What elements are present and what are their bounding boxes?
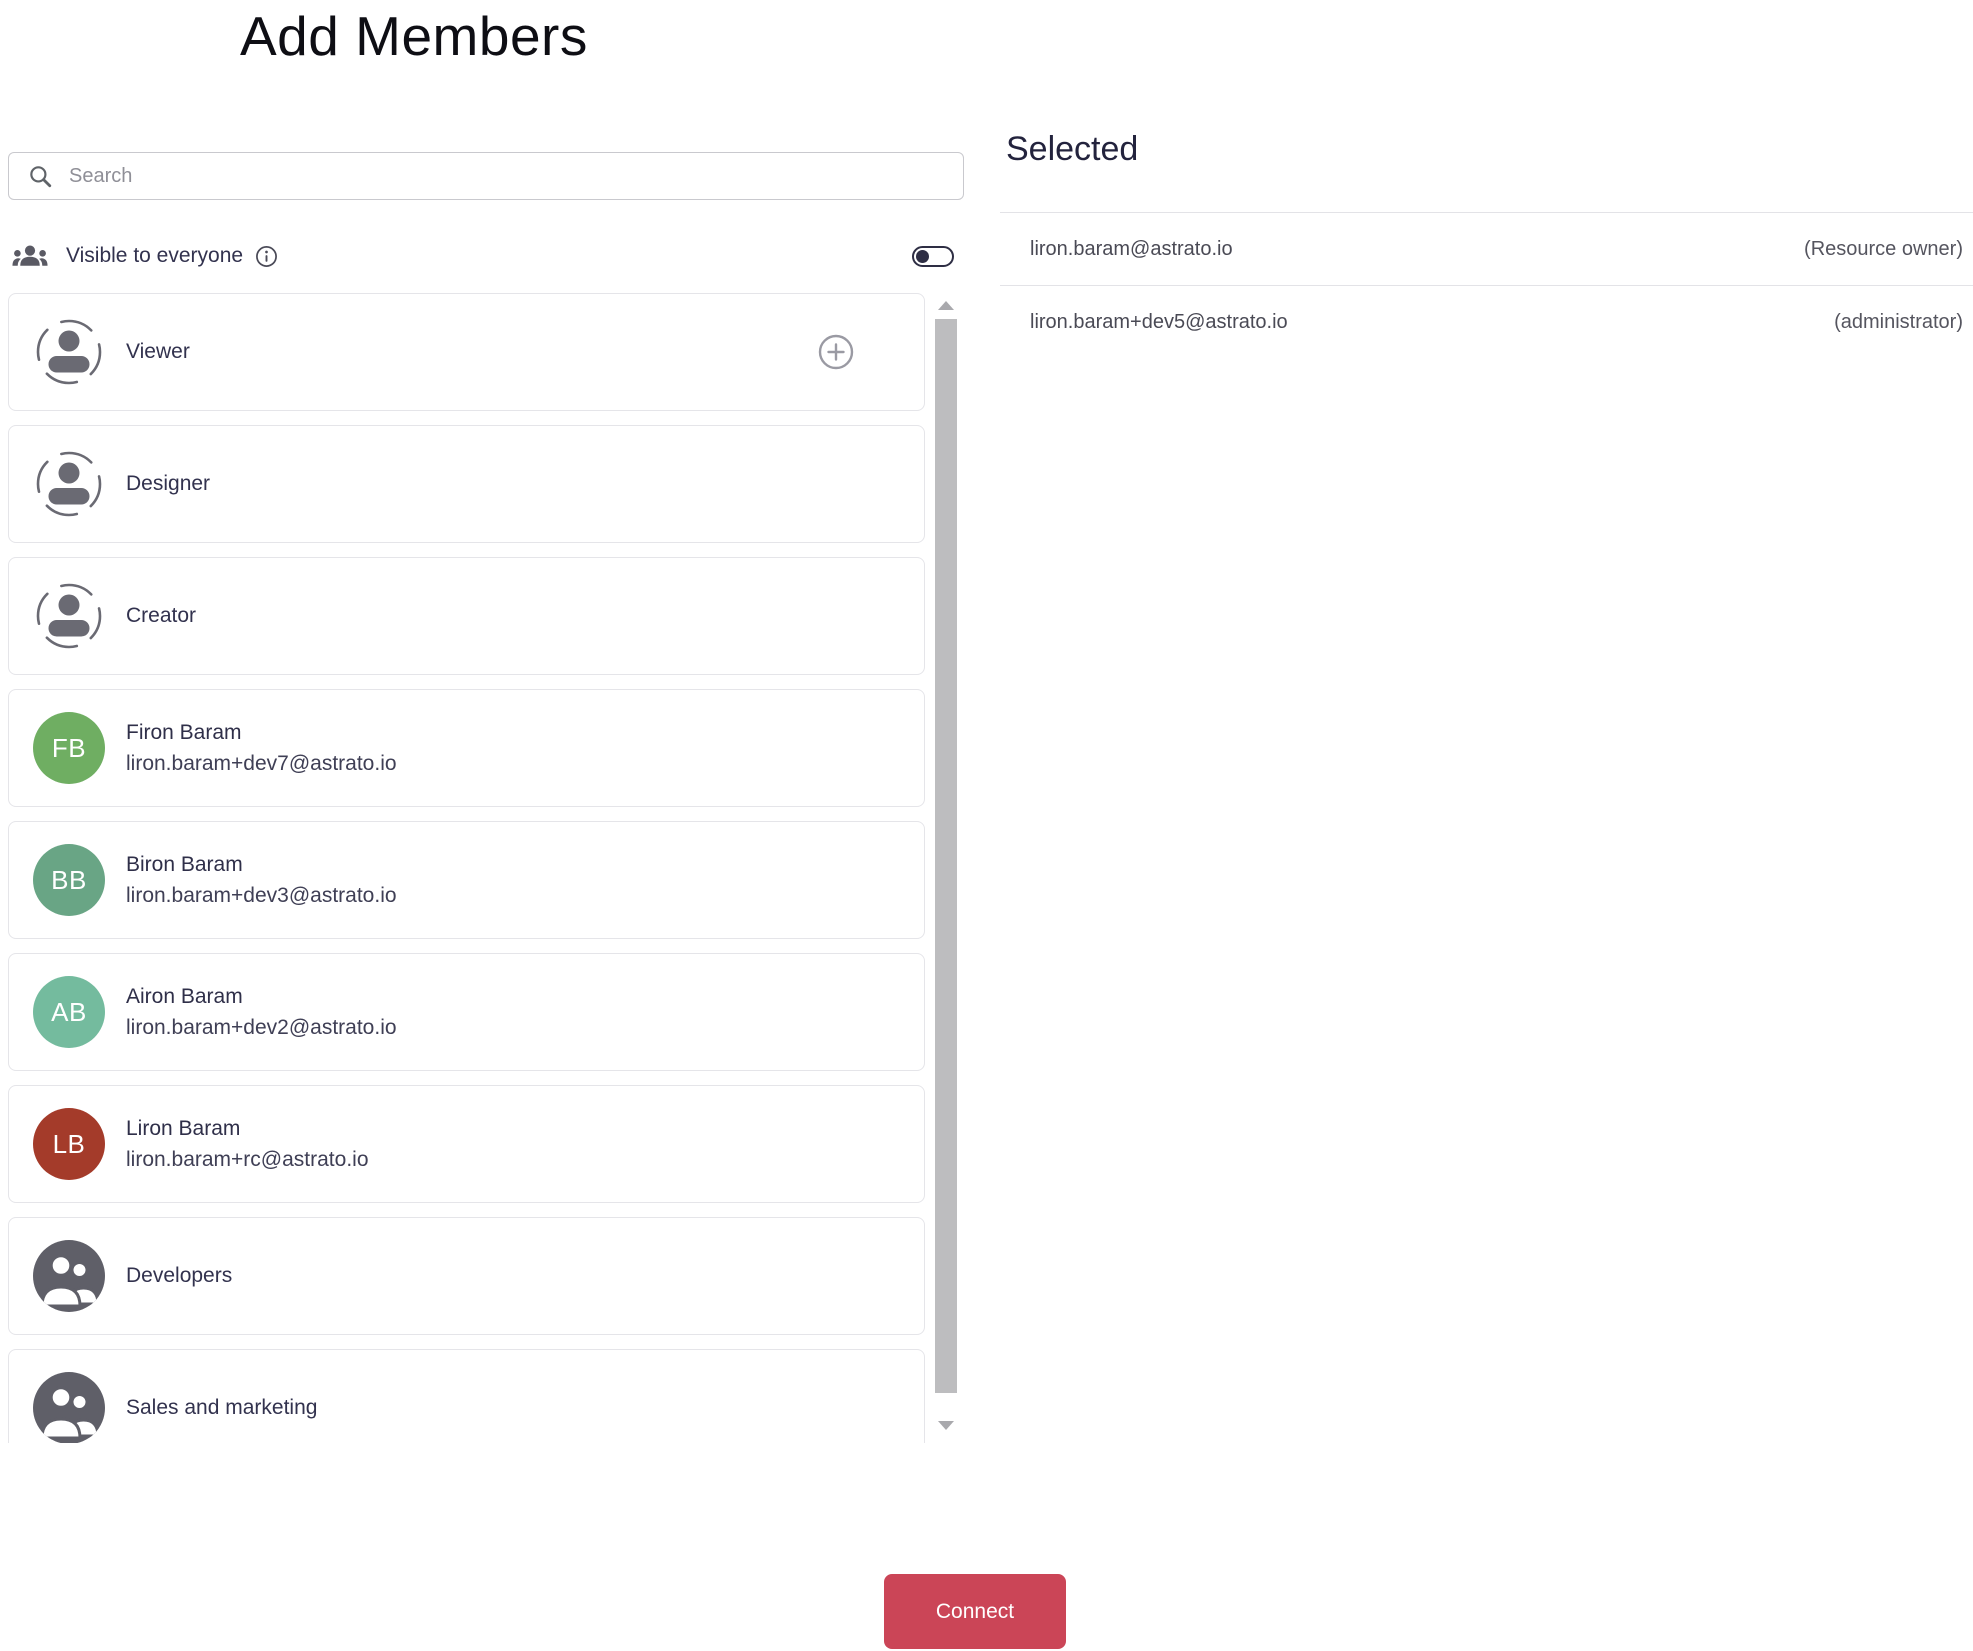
add-members-dialog: Add Members Visible to everyone Vi: [0, 0, 1973, 1651]
member-label: Designer: [126, 472, 211, 495]
info-icon[interactable]: [255, 245, 278, 268]
avatar: FB: [33, 712, 105, 784]
scroll-up-arrow-icon[interactable]: [938, 301, 954, 310]
visibility-label: Visible to everyone: [66, 244, 244, 267]
member-label: Developers: [126, 1264, 233, 1287]
add-member-button[interactable]: [818, 334, 854, 370]
selected-email: liron.baram@astrato.io: [1030, 237, 1233, 260]
toggle-knob: [916, 249, 929, 263]
groups-icon: [12, 244, 48, 268]
person-dashed-circle-icon: [33, 316, 105, 388]
selected-row[interactable]: liron.baram+dev5@astrato.io (administrato…: [1000, 285, 1973, 358]
avatar: AB: [33, 976, 105, 1048]
user-texts: Biron Baram liron.baram+dev3@astrato.io: [126, 853, 397, 908]
member-card-group[interactable]: Sales and marketing: [8, 1349, 925, 1443]
member-card-user[interactable]: BB Biron Baram liron.baram+dev3@astrato.io: [8, 821, 925, 939]
person-dashed-circle-icon: [33, 580, 105, 652]
selected-title: Selected: [1006, 130, 1139, 168]
user-email: liron.baram+rc@astrato.io: [126, 1147, 369, 1171]
user-email: liron.baram+dev3@astrato.io: [126, 883, 397, 907]
scroll-down-arrow-icon[interactable]: [938, 1421, 954, 1430]
person-dashed-circle-icon: [33, 448, 105, 520]
group-people-icon: [33, 1372, 105, 1443]
user-email: liron.baram+dev2@astrato.io: [126, 1015, 397, 1039]
search-box: [8, 152, 964, 200]
member-card-role[interactable]: Creator: [8, 557, 925, 675]
scrollbar[interactable]: [935, 293, 957, 1443]
connect-button[interactable]: Connect: [884, 1574, 1066, 1649]
selected-panel: Selected liron.baram@astrato.io (Resource…: [1000, 130, 1973, 358]
selected-role: (Resource owner): [1804, 237, 1963, 260]
user-name: Firon Baram: [126, 720, 242, 744]
plus-circle-icon: [818, 334, 854, 370]
page-title: Add Members: [240, 5, 588, 67]
selected-row[interactable]: liron.baram@astrato.io (Resource owner): [1000, 212, 1973, 285]
member-label: Sales and marketing: [126, 1396, 318, 1419]
user-texts: Airon Baram liron.baram+dev2@astrato.io: [126, 985, 397, 1040]
search-input[interactable]: [69, 153, 963, 199]
user-texts: Firon Baram liron.baram+dev7@astrato.io: [126, 721, 397, 776]
avatar: LB: [33, 1108, 105, 1180]
user-name: Liron Baram: [126, 1116, 241, 1140]
group-people-icon: [33, 1240, 105, 1312]
members-list: Viewer Designer Creator FB Firon Baram liro…: [8, 293, 964, 1443]
avatar: BB: [33, 844, 105, 916]
visibility-toggle[interactable]: [912, 245, 954, 267]
user-texts: Liron Baram liron.baram+rc@astrato.io: [126, 1117, 369, 1172]
user-email: liron.baram+dev7@astrato.io: [126, 751, 397, 775]
user-name: Airon Baram: [126, 984, 243, 1008]
scroll-thumb[interactable]: [935, 319, 957, 1393]
visibility-row: Visible to everyone: [12, 238, 964, 274]
member-card-role[interactable]: Viewer: [8, 293, 925, 411]
user-name: Biron Baram: [126, 852, 243, 876]
search-icon: [27, 163, 53, 189]
selected-email: liron.baram+dev5@astrato.io: [1030, 310, 1288, 333]
member-card-user[interactable]: LB Liron Baram liron.baram+rc@astrato.io: [8, 1085, 925, 1203]
member-label: Viewer: [126, 340, 190, 363]
member-card-role[interactable]: Designer: [8, 425, 925, 543]
member-label: Creator: [126, 604, 197, 627]
member-card-user[interactable]: AB Airon Baram liron.baram+dev2@astrato.io: [8, 953, 925, 1071]
member-card-user[interactable]: FB Firon Baram liron.baram+dev7@astrato.io: [8, 689, 925, 807]
selected-role: (administrator): [1834, 310, 1963, 333]
member-card-group[interactable]: Developers: [8, 1217, 925, 1335]
